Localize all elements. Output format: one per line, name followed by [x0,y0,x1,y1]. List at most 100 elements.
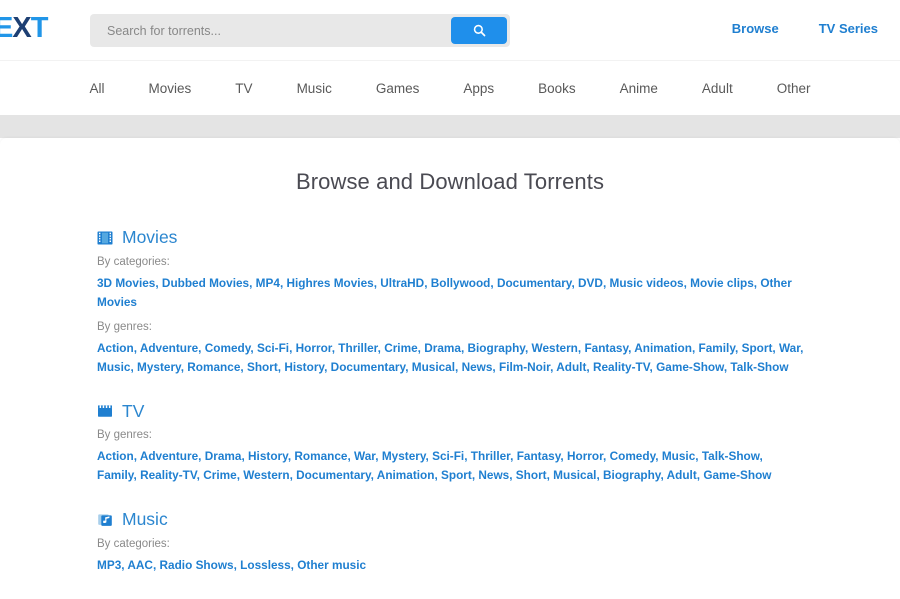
category-link[interactable]: Comedy [205,341,251,355]
category-link[interactable]: DVD [578,276,603,290]
category-nav-item-music[interactable]: Music [275,81,354,96]
category-link[interactable]: Documentary [331,360,406,374]
category-link[interactable]: History [284,360,324,374]
category-link[interactable]: Family [699,341,736,355]
category-nav-item-apps[interactable]: Apps [441,81,516,96]
category-nav-item-all[interactable]: All [68,81,127,96]
main-content-card: Browse and Download Torrents [0,138,900,599]
category-link[interactable]: Musical [412,360,455,374]
category-link[interactable]: Comedy [610,449,656,463]
category-nav-item-books[interactable]: Books [516,81,598,96]
category-link[interactable]: Documentary [497,276,572,290]
category-link[interactable]: Horror [296,341,332,355]
section-tv-header[interactable]: TV [97,397,804,421]
category-link[interactable]: Horror [567,449,603,463]
section-music-header[interactable]: Music [97,505,804,529]
category-link[interactable]: Short [516,468,547,482]
site-logo[interactable]: EXT [0,14,47,43]
category-link[interactable]: Mystery [382,449,426,463]
category-link[interactable]: Movie clips [690,276,754,290]
category-link[interactable]: Animation [377,468,435,482]
category-link[interactable]: Animation [634,341,692,355]
category-nav-item-adult[interactable]: Adult [680,81,755,96]
category-link[interactable]: Game-Show [656,360,724,374]
category-link[interactable]: Western [243,468,289,482]
site-header: EXT Browse TV Series [0,0,900,61]
category-link[interactable]: Crime [384,341,417,355]
category-link[interactable]: Music [662,449,695,463]
category-link[interactable]: Music [97,360,130,374]
category-nav-item-games[interactable]: Games [354,81,442,96]
section-tv: TV By genres: Action, Adventure, Drama, … [97,381,804,486]
category-link[interactable]: Bollywood [431,276,491,290]
category-nav-item-other[interactable]: Other [755,81,833,96]
section-divider-band [0,115,900,138]
category-link[interactable]: MP4 [256,276,280,290]
category-link[interactable]: Talk-Show [702,449,760,463]
section-movies-header[interactable]: Movies [97,223,804,247]
header-nav-tv-series[interactable]: TV Series [799,21,900,36]
category-link[interactable]: Family [97,468,134,482]
category-link[interactable]: Radio Shows [160,558,234,572]
category-link[interactable]: Thriller [471,449,510,463]
category-link[interactable]: Music videos [610,276,684,290]
category-link[interactable]: Adventure [140,449,198,463]
category-link[interactable]: Drama [424,341,461,355]
category-link[interactable]: Sport [441,468,472,482]
section-movies-group-0-links: 3D Movies, Dubbed Movies, MP4, Highres M… [97,274,804,312]
header-nav-browse[interactable]: Browse [712,21,799,36]
category-link[interactable]: War [354,449,375,463]
category-link[interactable]: Action [97,341,134,355]
category-link[interactable]: Biography [468,341,525,355]
category-link[interactable]: Musical [553,468,596,482]
category-link[interactable]: MP3 [97,558,121,572]
category-link[interactable]: Lossless [240,558,291,572]
logo-letter-x: X [12,12,30,44]
category-link[interactable]: Reality-TV [593,360,650,374]
category-link[interactable]: 3D Movies [97,276,155,290]
category-link[interactable]: Fantasy [517,449,561,463]
category-link[interactable]: UltraHD [380,276,424,290]
category-link[interactable]: Adult [667,468,697,482]
category-link[interactable]: War [779,341,800,355]
category-link[interactable]: Game-Show [703,468,771,482]
category-link[interactable]: Reality-TV [140,468,197,482]
category-link[interactable]: Mystery [137,360,181,374]
category-nav-item-tv[interactable]: TV [213,81,274,96]
search-input[interactable] [90,14,451,47]
page-title: Browse and Download Torrents [0,138,900,221]
category-link[interactable]: Short [247,360,278,374]
category-link[interactable]: Fantasy [584,341,628,355]
category-link[interactable]: Crime [203,468,236,482]
category-link[interactable]: Highres Movies [287,276,374,290]
category-link[interactable]: News [462,360,493,374]
category-link[interactable]: Action [97,449,134,463]
category-link[interactable]: News [478,468,509,482]
category-link[interactable]: Biography [603,468,660,482]
category-link[interactable]: History [248,449,288,463]
category-link[interactable]: Talk-Show [730,360,788,374]
category-nav-item-movies[interactable]: Movies [127,81,214,96]
category-nav-item-anime[interactable]: Anime [598,81,680,96]
category-link[interactable]: Romance [187,360,240,374]
category-link[interactable]: Adult [556,360,586,374]
category-link[interactable]: Film-Noir [499,360,550,374]
search-submit-button[interactable] [451,17,507,44]
category-link[interactable]: Thriller [338,341,377,355]
section-tv-group-0-links: Action, Adventure, Drama, History, Roman… [97,447,804,485]
category-link[interactable]: Dubbed Movies [162,276,249,290]
category-link[interactable]: Sci-Fi [432,449,464,463]
header-nav: Browse TV Series [712,21,900,36]
search-bar[interactable] [90,14,510,47]
category-link[interactable]: Adventure [140,341,198,355]
category-link[interactable]: Sci-Fi [257,341,289,355]
category-link[interactable]: Other music [297,558,366,572]
category-link[interactable]: Western [532,341,578,355]
category-link[interactable]: AAC [127,558,153,572]
category-link[interactable]: Romance [294,449,347,463]
section-tv-group-0-label: By genres: [97,429,804,441]
category-link[interactable]: Sport [742,341,773,355]
link-separator: , [760,449,763,463]
category-link[interactable]: Documentary [296,468,371,482]
category-link[interactable]: Drama [205,449,242,463]
